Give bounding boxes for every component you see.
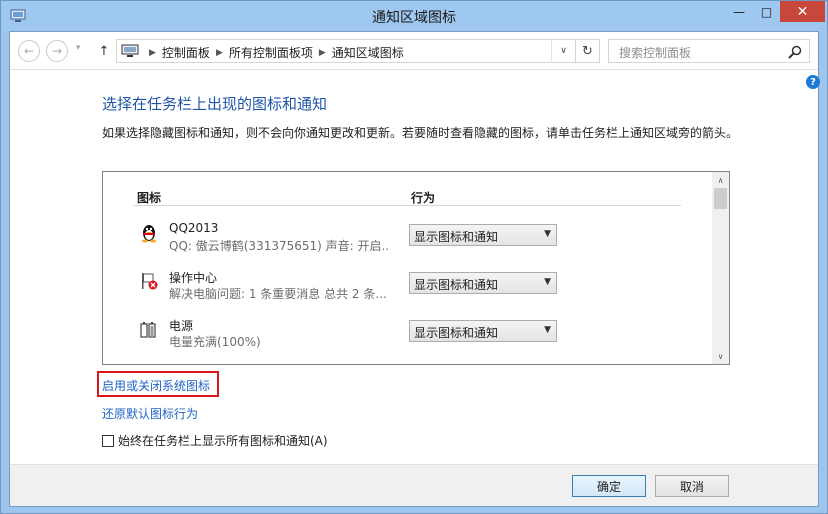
close-button[interactable]: ✕ (780, 1, 825, 22)
row-name: 电源 (169, 319, 194, 333)
page-title: 选择在任务栏上出现的图标和通知 (102, 95, 328, 113)
chevron-down-icon: ▼ (544, 325, 551, 335)
header-divider (133, 205, 681, 206)
ok-button[interactable]: 确定 (572, 475, 646, 497)
system-icons-link[interactable]: 启用或关闭系统图标 (102, 377, 210, 394)
chevron-down-icon[interactable]: ∨ (551, 40, 575, 62)
back-button[interactable]: ← (18, 40, 40, 62)
row-detail: 解决电脑问题: 1 条重要消息 总共 2 条... (169, 287, 387, 301)
breadcrumb: ▶ 控制面板 ▶ 所有控制面板项 ▶ 通知区域图标 (143, 44, 404, 61)
battery-icon (140, 322, 156, 338)
row-detail: QQ: 傲云博鹤(331375651) 声音: 开启... (169, 239, 389, 253)
list-item: QQ2013 QQ: 傲云博鹤(331375651) 声音: 开启... 显示图… (139, 220, 699, 260)
chevron-down-icon: ▼ (544, 277, 551, 287)
column-header-behavior: 行为 (411, 191, 436, 205)
cancel-button[interactable]: 取消 (655, 475, 729, 497)
search-input[interactable]: 搜索控制面板 (608, 39, 810, 63)
behavior-dropdown[interactable]: 显示图标和通知 ▼ (409, 224, 557, 246)
row-detail: 电量充满(100%) (169, 335, 261, 349)
navigation-bar: ← → ▾ ↑ ▶ 控制面板 ▶ 所有控制面板项 ▶ 通知区域图标 ∨ ↻ 搜索… (10, 32, 818, 70)
up-button[interactable]: ↑ (96, 40, 112, 62)
help-icon[interactable]: ? (806, 75, 820, 89)
minimize-button[interactable]: — (725, 1, 753, 22)
address-bar[interactable]: ▶ 控制面板 ▶ 所有控制面板项 ▶ 通知区域图标 ∨ ↻ (116, 39, 600, 63)
breadcrumb-notification-icons[interactable]: 通知区域图标 (332, 44, 404, 61)
client-area: ← → ▾ ↑ ▶ 控制面板 ▶ 所有控制面板项 ▶ 通知区域图标 ∨ ↻ 搜索… (9, 31, 820, 507)
scroll-up-icon[interactable]: ∧ (712, 172, 729, 188)
action-center-flag-icon (142, 273, 158, 290)
window: 通知区域图标 — □ ✕ ← → ▾ ↑ ▶ 控制面板 ▶ 所有控制面板项 ▶ … (0, 0, 828, 514)
control-panel-icon (121, 44, 139, 57)
behavior-dropdown-value: 显示图标和通知 (414, 278, 499, 292)
breadcrumb-control-panel[interactable]: 控制面板 (162, 44, 210, 61)
page-description: 如果选择隐藏图标和通知，则不会向你通知更改和更新。若要随时查看隐藏的图标，请单击… (102, 126, 739, 140)
forward-button[interactable]: → (46, 40, 68, 62)
list-item: 操作中心 解决电脑问题: 1 条重要消息 总共 2 条... 显示图标和通知 ▼ (139, 268, 699, 308)
behavior-dropdown[interactable]: 显示图标和通知 ▼ (409, 320, 557, 342)
window-title: 通知区域图标 (372, 10, 456, 26)
scroll-thumb[interactable] (714, 188, 727, 209)
row-name: QQ2013 (169, 221, 219, 235)
refresh-icon[interactable]: ↻ (575, 40, 599, 62)
footer-bar: 确定 取消 (10, 464, 818, 506)
breadcrumb-separator-icon[interactable]: ▶ (319, 48, 326, 58)
chevron-down-icon: ▼ (544, 229, 551, 239)
vertical-scrollbar[interactable]: ∧ ∨ (712, 172, 729, 364)
scroll-down-icon[interactable]: ∨ (712, 348, 729, 364)
breadcrumb-separator-icon[interactable]: ▶ (149, 48, 156, 58)
recent-locations-icon[interactable]: ▾ (76, 43, 81, 53)
always-show-label[interactable]: 始终在任务栏上显示所有图标和通知(A) (118, 432, 328, 449)
search-icon[interactable] (787, 44, 803, 60)
maximize-button[interactable]: □ (753, 1, 780, 22)
behavior-dropdown[interactable]: 显示图标和通知 ▼ (409, 272, 557, 294)
penguin-icon (142, 225, 156, 243)
list-item: 电源 电量充满(100%) 显示图标和通知 ▼ (139, 316, 699, 356)
icon-behavior-list: 图标 行为 QQ2013 QQ: 傲云博鹤(331375651) 声音: 开启.… (102, 171, 730, 365)
behavior-dropdown-value: 显示图标和通知 (414, 326, 499, 340)
restore-default-link[interactable]: 还原默认图标行为 (102, 405, 198, 422)
breadcrumb-all-items[interactable]: 所有控制面板项 (229, 44, 313, 61)
search-placeholder: 搜索控制面板 (619, 46, 692, 60)
breadcrumb-separator-icon[interactable]: ▶ (216, 48, 223, 58)
behavior-dropdown-value: 显示图标和通知 (414, 230, 499, 244)
column-header-icon: 图标 (137, 191, 162, 205)
always-show-checkbox[interactable] (102, 434, 114, 447)
always-show-checkbox-row[interactable]: 始终在任务栏上显示所有图标和通知(A) (102, 432, 328, 449)
row-name: 操作中心 (169, 271, 218, 285)
title-bar[interactable]: 通知区域图标 — □ ✕ (1, 1, 827, 31)
